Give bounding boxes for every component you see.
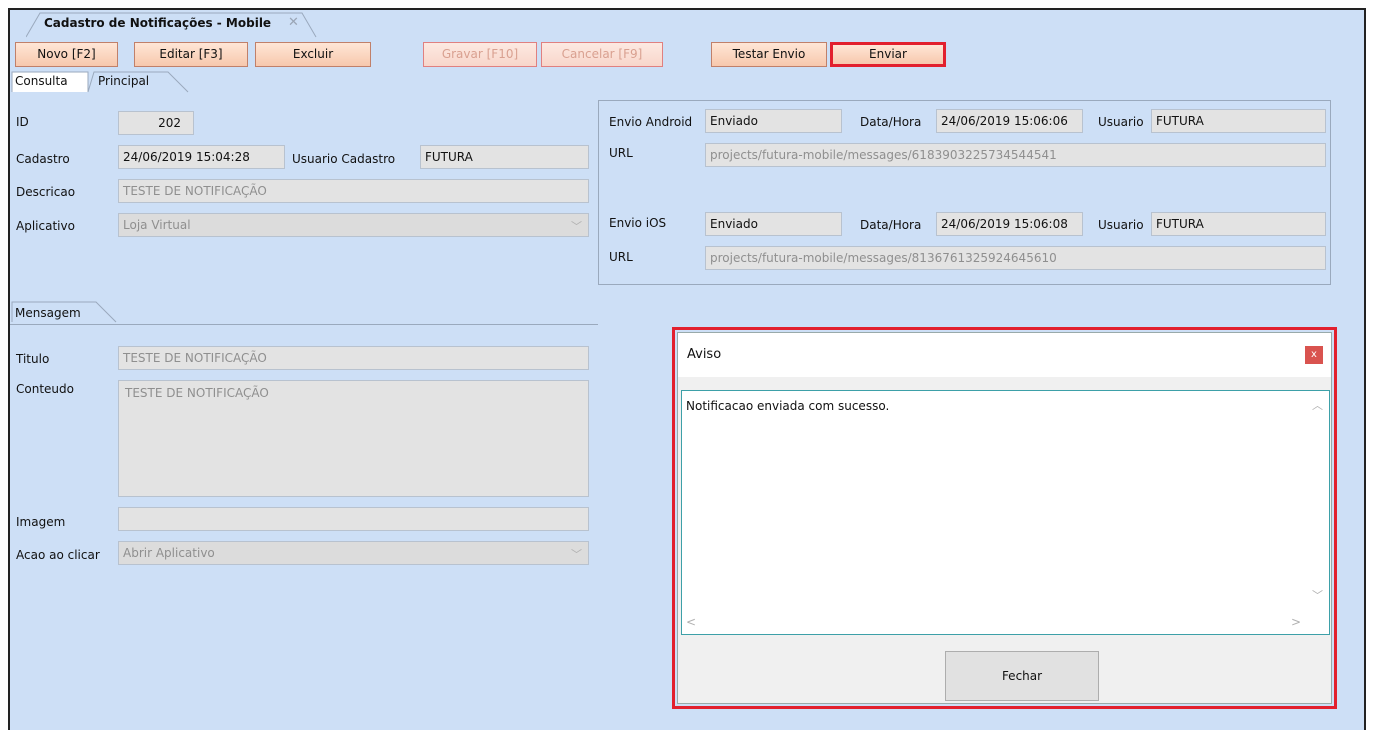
android-datahora-field[interactable]: 24/06/2019 15:06:06 xyxy=(936,109,1083,133)
mensagem-divider xyxy=(10,324,598,325)
aplicativo-select[interactable]: Loja Virtual ﹀ xyxy=(118,213,589,237)
descricao-field[interactable]: TESTE DE NOTIFICAÇÃO xyxy=(118,179,589,203)
id-field[interactable]: 202 xyxy=(118,111,194,135)
titulo-field[interactable]: TESTE DE NOTIFICAÇÃO xyxy=(118,346,589,370)
enviar-button[interactable]: Enviar xyxy=(830,42,946,67)
document-tab-title: Cadastro de Notificações - Mobile xyxy=(44,16,272,30)
cadastro-label: Cadastro xyxy=(16,152,70,166)
main-window: Cadastro de Notificações - Mobile ✕ Novo… xyxy=(8,8,1366,730)
novo-button[interactable]: Novo [F2] xyxy=(15,42,118,67)
cancelar-button[interactable]: Cancelar [F9] xyxy=(541,42,663,67)
imagem-field[interactable] xyxy=(118,507,589,531)
tab-mensagem[interactable]: Mensagem xyxy=(15,304,81,324)
envio-android-label: Envio Android xyxy=(609,115,693,129)
envio-ios-status[interactable]: Enviado xyxy=(705,212,842,236)
id-label: ID xyxy=(16,115,29,129)
fechar-button[interactable]: Fechar xyxy=(945,651,1099,701)
scroll-left-icon[interactable]: < xyxy=(686,615,696,629)
aplicativo-value: Loja Virtual xyxy=(123,218,191,232)
scroll-right-icon[interactable]: > xyxy=(1291,615,1301,629)
conteudo-label: Conteudo xyxy=(16,382,74,396)
aplicativo-label: Aplicativo xyxy=(16,219,75,233)
descricao-label: Descricao xyxy=(16,185,76,199)
usuario-cadastro-label: Usuario Cadastro xyxy=(292,152,396,166)
tab-principal[interactable]: Principal xyxy=(98,72,149,92)
android-usuario-label: Usuario xyxy=(1098,115,1144,129)
ios-datahora-field[interactable]: 24/06/2019 15:06:08 xyxy=(936,212,1083,236)
android-url-label: URL xyxy=(609,146,633,160)
gravar-button[interactable]: Gravar [F10] xyxy=(423,42,537,67)
editar-button[interactable]: Editar [F3] xyxy=(134,42,248,67)
dialog-titlebar: Aviso x xyxy=(678,333,1331,377)
testar-envio-button[interactable]: Testar Envio xyxy=(711,42,827,67)
acao-select[interactable]: Abrir Aplicativo ﹀ xyxy=(118,541,589,565)
android-url-field[interactable]: projects/futura-mobile/messages/61839032… xyxy=(705,143,1326,167)
imagem-label: Imagem xyxy=(16,515,66,529)
chevron-down-icon[interactable]: ﹀ xyxy=(571,216,582,236)
scroll-up-icon[interactable]: ︿ xyxy=(1312,397,1323,413)
dialog-message: Notificacao enviada com sucesso. xyxy=(686,399,890,413)
envio-android-status[interactable]: Enviado xyxy=(705,109,842,133)
android-datahora-label: Data/Hora xyxy=(860,115,922,129)
usuario-cadastro-field[interactable]: FUTURA xyxy=(420,145,589,169)
conteudo-field[interactable]: TESTE DE NOTIFICAÇÃO xyxy=(118,380,589,497)
document-tab[interactable]: Cadastro de Notificações - Mobile ✕ xyxy=(26,12,322,38)
chevron-down-icon[interactable]: ﹀ xyxy=(571,544,582,564)
envio-ios-label: Envio iOS xyxy=(609,216,667,230)
ios-usuario-field[interactable]: FUTURA xyxy=(1151,212,1326,236)
message-memo[interactable]: Notificacao enviada com sucesso. ︿ ﹀ < > xyxy=(681,390,1330,635)
close-icon[interactable]: ✕ xyxy=(288,15,299,30)
dialog-title: Aviso xyxy=(687,347,722,362)
aviso-dialog: Aviso x Notificacao enviada com sucesso.… xyxy=(677,332,1332,704)
ios-datahora-label: Data/Hora xyxy=(860,218,922,232)
titulo-label: Titulo xyxy=(16,352,50,366)
ios-url-label: URL xyxy=(609,250,633,264)
acao-label: Acao ao clicar xyxy=(16,548,100,562)
ios-url-field[interactable]: projects/futura-mobile/messages/81367613… xyxy=(705,246,1326,270)
android-usuario-field[interactable]: FUTURA xyxy=(1151,109,1326,133)
close-icon[interactable]: x xyxy=(1305,346,1323,364)
acao-value: Abrir Aplicativo xyxy=(123,546,215,560)
ios-usuario-label: Usuario xyxy=(1098,218,1144,232)
cadastro-field[interactable]: 24/06/2019 15:04:28 xyxy=(118,145,285,169)
excluir-button[interactable]: Excluir xyxy=(255,42,371,67)
tab-consulta[interactable]: Consulta xyxy=(15,72,68,92)
scroll-down-icon[interactable]: ﹀ xyxy=(1312,587,1323,603)
